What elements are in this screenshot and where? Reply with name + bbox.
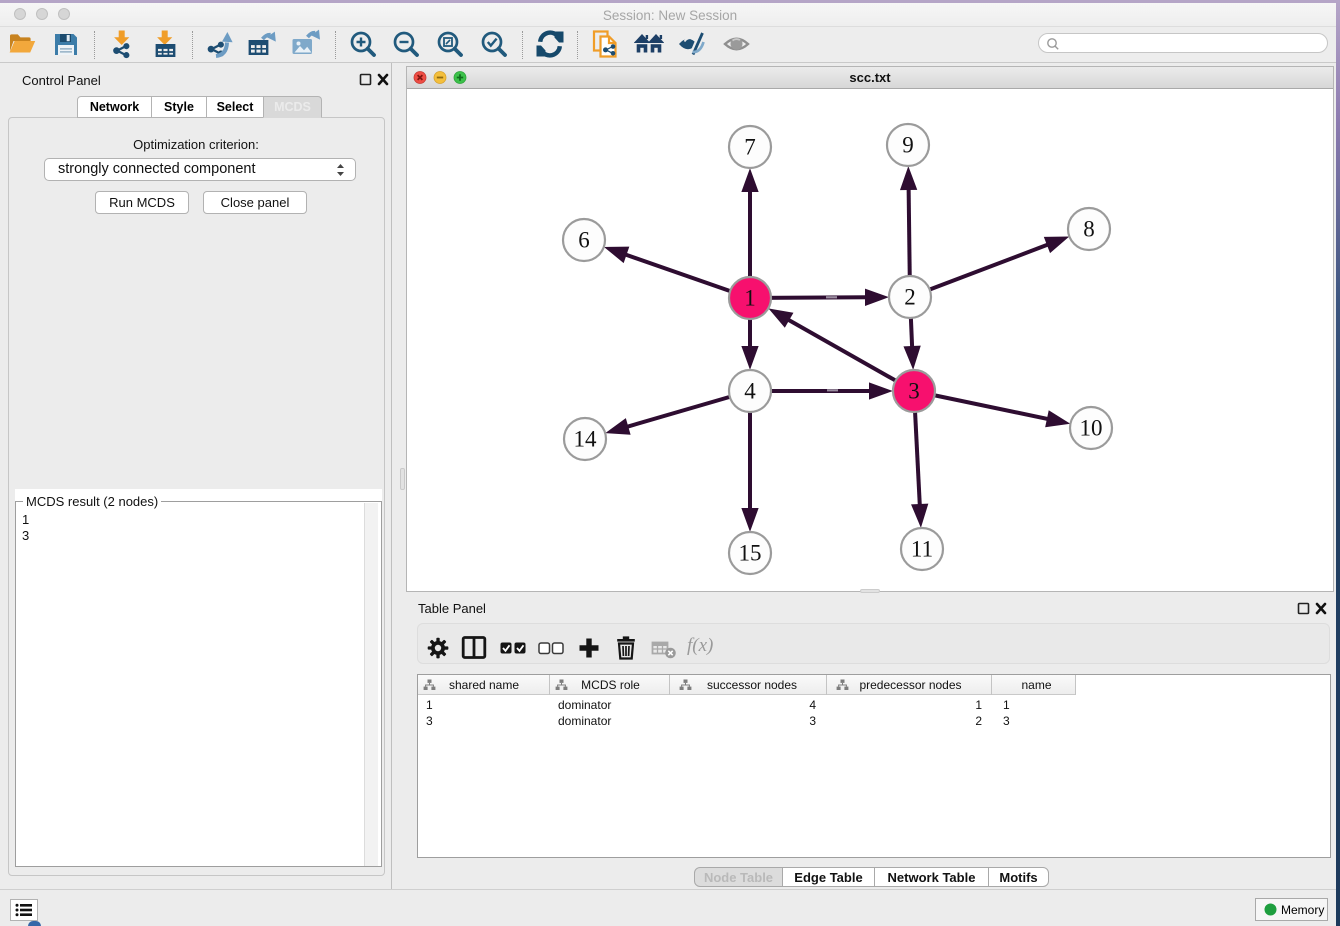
- svg-text:14: 14: [574, 427, 598, 452]
- svg-text:7: 7: [744, 135, 756, 160]
- svg-text:4: 4: [744, 379, 756, 404]
- svg-text:3: 3: [908, 379, 920, 404]
- svg-text:6: 6: [578, 228, 590, 253]
- svg-text:1: 1: [744, 286, 756, 311]
- svg-text:10: 10: [1080, 416, 1103, 441]
- svg-text:15: 15: [739, 541, 762, 566]
- svg-text:11: 11: [911, 537, 933, 562]
- svg-text:9: 9: [902, 133, 914, 158]
- svg-text:2: 2: [904, 285, 916, 310]
- svg-text:8: 8: [1083, 217, 1095, 242]
